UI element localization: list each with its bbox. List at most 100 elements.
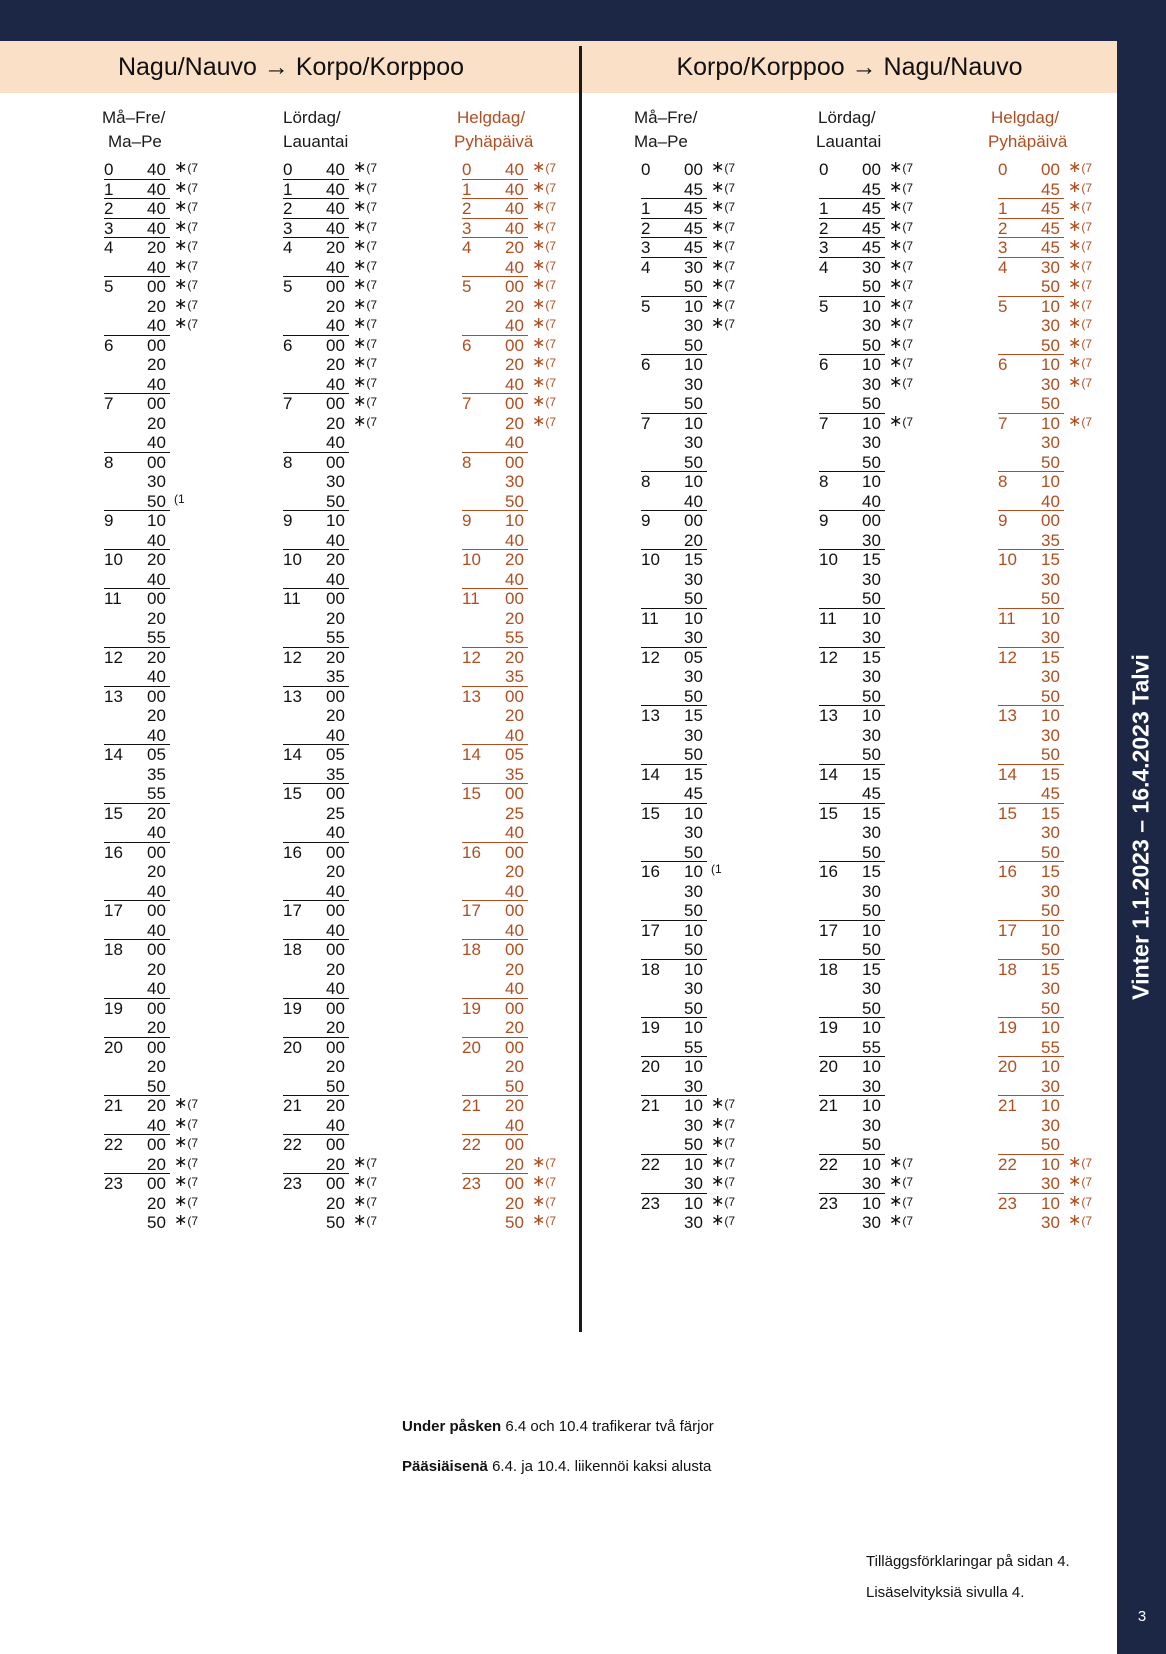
departure-row: 35 xyxy=(283,765,383,784)
departure-row: 15 00 xyxy=(283,784,383,804)
season-label: Vinter 1.1.2023 – 16.4.2023 Talvi xyxy=(1127,654,1154,1000)
departure-minute: 20 xyxy=(505,1193,524,1213)
departure-row: 16 00 xyxy=(462,843,562,863)
departure-minute: 30 xyxy=(326,472,345,491)
departure-row: 9 00 xyxy=(641,511,741,531)
departure-row: 50 xyxy=(641,940,741,960)
footnote-marker: ∗(7 xyxy=(353,412,378,430)
footnote-marker: ∗(7 xyxy=(353,1173,378,1190)
departure-hour: 13 xyxy=(819,706,838,725)
departure-minute: 40 xyxy=(326,199,345,218)
departure-minute: 15 xyxy=(862,959,881,979)
departure-minute: 20 xyxy=(326,706,345,725)
departure-minute: 00 xyxy=(326,686,345,706)
departure-row: 20 00 xyxy=(462,1038,562,1058)
departure-row: 16 00 xyxy=(104,843,204,863)
departure-row: 40 xyxy=(283,570,383,589)
departure-hour: 3 xyxy=(104,218,114,238)
departure-row: 50 xyxy=(819,843,919,862)
departure-row: 30 ∗(7 xyxy=(641,315,741,336)
footnote-marker: ∗(7 xyxy=(174,159,199,176)
departure-minute: 20 xyxy=(505,959,524,979)
departure-row: 18 15 xyxy=(819,960,919,980)
departure-hour: 21 xyxy=(641,1096,660,1115)
departure-hour: 6 xyxy=(462,335,472,355)
footnote-marker: ∗(7 xyxy=(174,295,199,313)
departure-hour: 22 xyxy=(283,1135,302,1154)
footnote-marker: ∗(7 xyxy=(532,256,557,274)
departure-hour: 6 xyxy=(283,335,293,355)
departure-minute: 40 xyxy=(147,725,166,745)
footnote-marker: ∗(7 xyxy=(353,295,378,313)
departure-hour: 8 xyxy=(462,452,472,472)
departure-row: 14 15 xyxy=(998,765,1098,785)
departure-row: 40 xyxy=(462,433,562,453)
footnote-marker: ∗(7 xyxy=(532,334,557,352)
column-header-line: Pyhäpäivä xyxy=(988,132,1068,151)
departure-minute: 20 xyxy=(147,608,166,628)
departure-minute: 00 xyxy=(505,1174,524,1193)
departure-minute: 10 xyxy=(684,1057,703,1076)
departure-row: 40 xyxy=(462,921,562,940)
departure-minute: 15 xyxy=(862,803,881,823)
departure-row: 20 xyxy=(283,609,383,629)
departure-minute: 10 xyxy=(684,472,703,491)
departure-row: 50 xyxy=(819,901,919,921)
column-header-line: Lauantai xyxy=(283,132,349,151)
departure-row: 45 xyxy=(819,784,919,804)
departure-row: 30 xyxy=(819,433,919,453)
departure-row: 18 15 xyxy=(998,960,1098,980)
departure-row: 20 10 xyxy=(641,1057,741,1077)
departure-hour: 8 xyxy=(641,472,651,491)
departure-row: 13 10 xyxy=(998,706,1098,726)
departure-minute: 30 xyxy=(684,1174,703,1193)
departure-hour: 8 xyxy=(283,452,293,472)
departure-row: 40 xyxy=(462,823,562,843)
departure-row: 20 xyxy=(104,609,204,629)
departure-minute: 20 xyxy=(326,296,345,316)
departure-row: 40 xyxy=(104,531,204,550)
departure-minute: 20 xyxy=(326,1154,345,1174)
departure-row: 40 xyxy=(462,1116,562,1135)
departure-row: 40 xyxy=(283,979,383,999)
departure-hour: 6 xyxy=(104,335,114,355)
departure-minute: 40 xyxy=(147,1115,166,1135)
departure-minute: 40 xyxy=(147,667,166,686)
departure-minute: 50 xyxy=(1041,1135,1060,1154)
departure-minute: 30 xyxy=(147,472,166,491)
departure-minute: 00 xyxy=(505,394,524,413)
departure-row: 11 10 xyxy=(641,609,741,629)
departure-row: 40 xyxy=(283,823,383,843)
departure-row: 35 xyxy=(462,667,562,687)
departure-minute: 50 xyxy=(505,1076,524,1096)
departure-minute: 30 xyxy=(684,569,703,589)
departure-minute: 00 xyxy=(505,335,524,355)
footnote-marker: ∗(7 xyxy=(532,315,557,332)
departure-row: 10 15 xyxy=(641,550,741,570)
departure-row: 50 xyxy=(998,843,1098,862)
departure-row: 50 xyxy=(819,940,919,960)
departure-hour: 17 xyxy=(641,920,660,940)
departure-row: 20 xyxy=(283,960,383,980)
departure-row: 55 xyxy=(641,1038,741,1057)
departure-minute: 25 xyxy=(326,803,345,823)
departure-minute: 30 xyxy=(1041,316,1060,335)
departure-minute: 10 xyxy=(684,920,703,940)
departure-minute: 20 xyxy=(326,959,345,979)
departure-minute: 40 xyxy=(326,257,345,277)
departure-row: 45 xyxy=(641,784,741,804)
departure-minute: 20 xyxy=(326,1057,345,1076)
departure-minute: 20 xyxy=(147,296,166,316)
departure-hour: 2 xyxy=(283,199,293,218)
departure-row: 30 xyxy=(819,628,919,648)
departure-minute: 50 xyxy=(684,1135,703,1154)
footnote-marker: ∗(7 xyxy=(711,1212,736,1229)
departure-row: 50 xyxy=(641,589,741,609)
departure-hour: 18 xyxy=(641,959,660,979)
footnote-marker: ∗(7 xyxy=(532,198,557,215)
departure-minute: 30 xyxy=(862,374,881,394)
departure-minute: 00 xyxy=(147,1135,166,1154)
departure-row: 40 xyxy=(462,979,562,999)
departure-minute: 10 xyxy=(684,1096,703,1115)
departure-minute: 20 xyxy=(147,959,166,979)
